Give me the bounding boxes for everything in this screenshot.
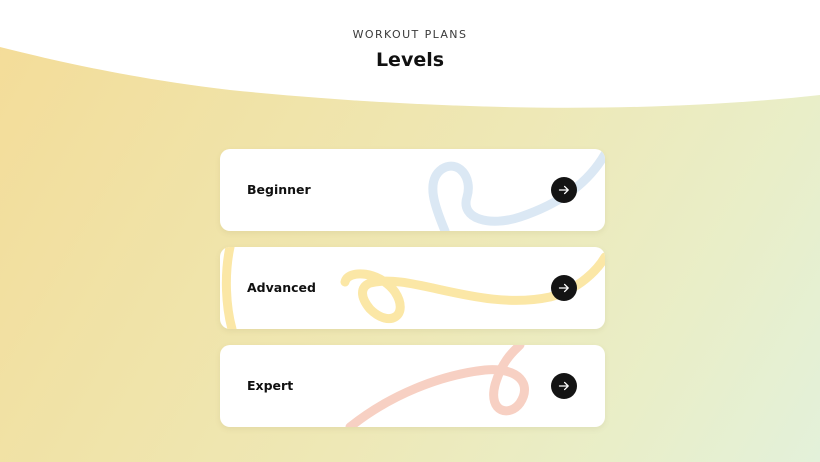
arrow-right-icon [558,185,569,195]
open-expert-button[interactable] [551,373,577,399]
arrow-right-icon [558,381,569,391]
open-advanced-button[interactable] [551,275,577,301]
level-card-expert[interactable]: Expert [220,345,605,427]
level-label: Advanced [247,280,316,295]
open-beginner-button[interactable] [551,177,577,203]
arrow-right-icon [558,283,569,293]
page-title: Levels [375,49,445,71]
level-label: Beginner [247,182,311,197]
level-label: Expert [247,378,294,393]
level-card-beginner[interactable]: Beginner [220,149,605,231]
level-card-advanced[interactable]: Advanced [220,247,605,329]
section-eyebrow: WORKOUT PLANS [352,28,468,41]
